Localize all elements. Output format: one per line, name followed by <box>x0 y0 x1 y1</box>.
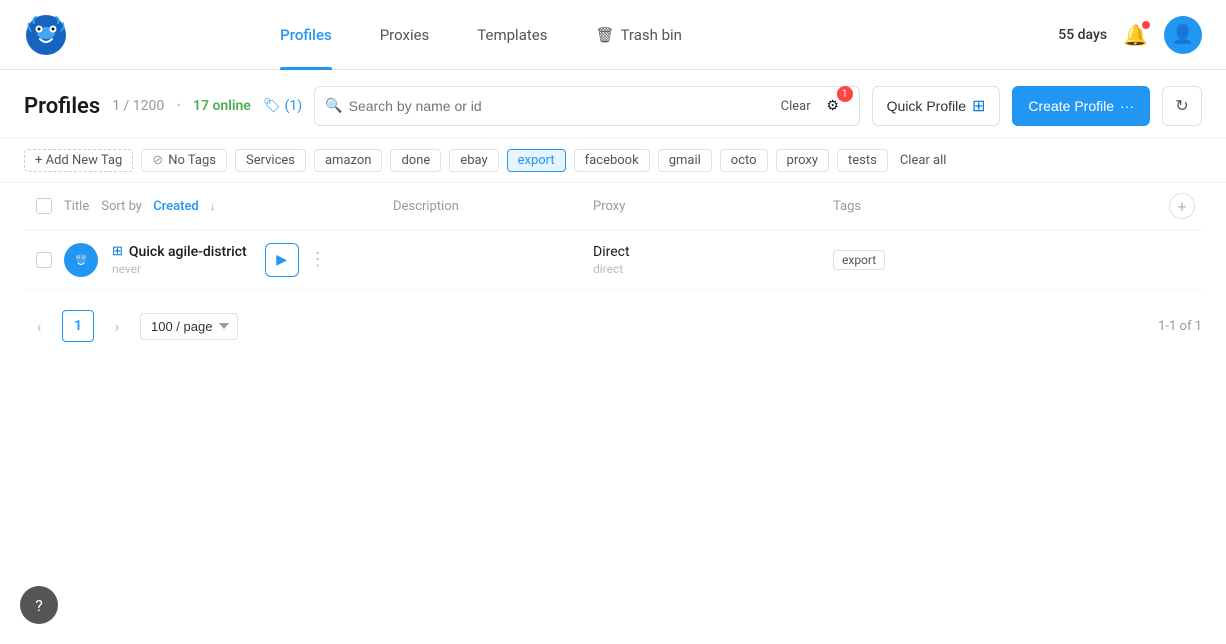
profile-avatar <box>64 243 98 277</box>
chevron-left-icon: ‹ <box>37 317 42 336</box>
search-clear-button[interactable]: Clear <box>781 99 811 114</box>
create-profile-dots: ··· <box>1120 98 1134 114</box>
pagination-info: 1-1 of 1 <box>1158 319 1202 334</box>
profile-name: ⊞ Quick agile-district <box>112 244 247 260</box>
row-tags: export <box>833 252 1162 268</box>
row-menu-button[interactable]: ⋮ <box>305 249 331 270</box>
sort-button[interactable]: Sort by Created ↓ <box>101 199 215 214</box>
notification-bell[interactable]: 🔔 <box>1123 23 1148 47</box>
tag-icon: 🏷 <box>263 98 281 114</box>
create-profile-button[interactable]: Create Profile ··· <box>1012 86 1150 126</box>
refresh-button[interactable]: ↻ <box>1162 86 1202 126</box>
ms-windows-icon: ⊞ <box>112 244 123 259</box>
col-tags: Tags <box>833 199 1162 214</box>
profile-last-used: never <box>112 262 247 276</box>
nav-right: 55 days 🔔 👤 <box>1058 16 1202 54</box>
avatar-icon: 👤 <box>1172 24 1194 45</box>
search-wrap: 🔍 Clear ⚙ 1 <box>314 86 859 126</box>
col-description: Description <box>393 199 593 214</box>
tag-octo[interactable]: octo <box>720 149 768 172</box>
next-page-button[interactable]: › <box>102 311 132 341</box>
tag-filter-chip[interactable]: 🏷 (1) <box>263 98 302 114</box>
add-tag-button[interactable]: + Add New Tag <box>24 149 133 172</box>
select-all-checkbox[interactable] <box>36 198 52 214</box>
current-page[interactable]: 1 <box>62 310 94 342</box>
page-header: Profiles 1 / 1200 • 17 online 🏷 (1) 🔍 Cl… <box>0 70 1226 139</box>
profile-count: 1 / 1200 <box>112 98 164 114</box>
profile-icon-wrap <box>64 243 98 277</box>
tag-services[interactable]: Services <box>235 149 306 172</box>
tag-facebook[interactable]: facebook <box>574 149 650 172</box>
add-column-icon: + <box>1177 197 1186 216</box>
nav-proxies[interactable]: Proxies <box>356 0 454 70</box>
row-title-col: ⊞ Quick agile-district never ▶ ⋮ <box>64 243 393 277</box>
prev-page-button[interactable]: ‹ <box>24 311 54 341</box>
table-wrap: Title Sort by Created ↓ Description Prox… <box>0 183 1226 290</box>
per-page-select[interactable]: 10 / page 50 / page 100 / page 200 / pag… <box>140 313 238 340</box>
search-icon: 🔍 <box>325 98 342 114</box>
profile-info: ⊞ Quick agile-district never <box>112 244 247 276</box>
tag-ebay[interactable]: ebay <box>449 149 498 172</box>
row-check-col <box>24 252 64 268</box>
row-checkbox[interactable] <box>36 252 52 268</box>
play-icon: ▶ <box>276 252 287 268</box>
user-avatar[interactable]: 👤 <box>1164 16 1202 54</box>
tag-done[interactable]: done <box>390 149 441 172</box>
no-tags-icon: ⊘ <box>152 153 163 168</box>
row-actions: ▶ ⋮ <box>265 243 331 277</box>
select-all-col <box>24 198 64 214</box>
online-badge: 17 online <box>193 98 251 114</box>
days-badge: 55 days <box>1058 27 1107 43</box>
pagination: ‹ 1 › 10 / page 50 / page 100 / page 200… <box>0 290 1226 362</box>
row-tag-export: export <box>833 250 885 270</box>
row-proxy: Direct direct <box>593 244 833 276</box>
page-title: Profiles <box>24 94 100 119</box>
tag-tests[interactable]: tests <box>837 149 888 172</box>
quick-profile-button[interactable]: Quick Profile ⊞ <box>872 86 1001 126</box>
notification-dot <box>1142 21 1150 29</box>
tag-export[interactable]: export <box>507 149 566 172</box>
dot-separator: • <box>176 98 181 114</box>
tag-no-tags[interactable]: ⊘ No Tags <box>141 149 227 172</box>
table-header: Title Sort by Created ↓ Description Prox… <box>24 183 1202 230</box>
filter-badge: 1 <box>837 86 853 102</box>
refresh-icon: ↻ <box>1175 96 1188 116</box>
clear-all-button[interactable]: Clear all <box>900 153 947 168</box>
chevron-right-icon: › <box>115 317 120 336</box>
nav-profiles[interactable]: Profiles <box>256 0 356 70</box>
filter-icon: ⚙ <box>826 98 839 114</box>
help-button[interactable]: ? <box>20 586 58 624</box>
windows-icon: ⊞ <box>972 96 985 116</box>
table-row: ⊞ Quick agile-district never ▶ ⋮ Direct … <box>24 230 1202 290</box>
filter-button[interactable]: ⚙ 1 <box>817 90 849 122</box>
help-icon: ? <box>35 596 43 615</box>
search-input[interactable] <box>349 98 775 114</box>
nav-trashbin[interactable]: 🗑 Trash bin <box>571 0 705 70</box>
nav-links: Profiles Proxies Templates 🗑 Trash bin <box>256 0 706 70</box>
add-column-button[interactable]: + <box>1162 193 1202 219</box>
tags-bar: + Add New Tag ⊘ No Tags Services amazon … <box>0 139 1226 183</box>
col-title: Title Sort by Created ↓ <box>64 199 393 214</box>
tag-amazon[interactable]: amazon <box>314 149 382 172</box>
play-button[interactable]: ▶ <box>265 243 299 277</box>
tag-proxy[interactable]: proxy <box>776 149 829 172</box>
col-proxy: Proxy <box>593 199 833 214</box>
logo[interactable] <box>24 13 80 57</box>
nav-templates[interactable]: Templates <box>453 0 571 70</box>
top-navigation: Profiles Proxies Templates 🗑 Trash bin 5… <box>0 0 1226 70</box>
trash-icon: 🗑 <box>595 26 614 44</box>
tag-gmail[interactable]: gmail <box>658 149 712 172</box>
